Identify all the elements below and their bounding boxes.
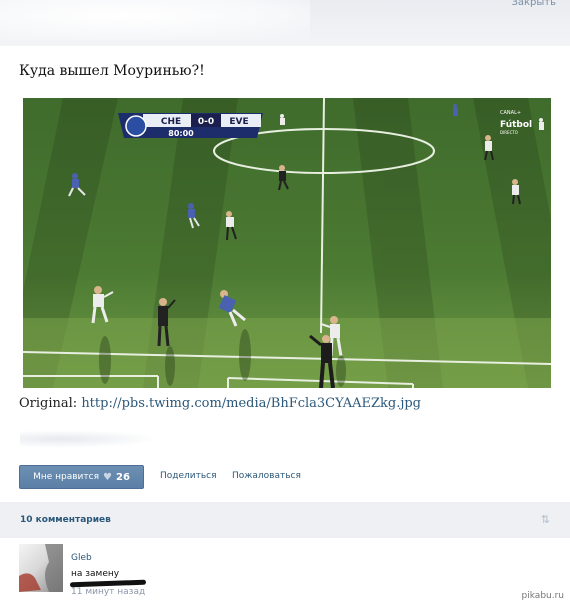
report-link[interactable]: Пожаловаться (232, 471, 301, 481)
heart-icon: ♥ (103, 471, 112, 483)
like-button[interactable]: Мне нравится ♥ 26 (19, 465, 144, 489)
avatar[interactable] (19, 544, 63, 592)
scoreboard: CHE 0-0 EVE 80:00 (118, 113, 263, 138)
sort-icon[interactable]: ⇅ (541, 513, 550, 526)
scoreboard-score: 0-0 (198, 117, 214, 127)
post-title: Куда вышел Моуринью?! (19, 63, 205, 79)
svg-text:Fútbol: Fútbol (500, 120, 532, 130)
blurred-area (20, 430, 160, 448)
comment-item: Gleb на замену 11 минут назад (0, 538, 570, 604)
original-link[interactable]: http://pbs.twimg.com/media/BhFcla3CYAAEZ… (81, 396, 421, 411)
scoreboard-clock: 80:00 (168, 129, 194, 138)
close-link[interactable]: Закрыть (511, 0, 556, 8)
post-photo[interactable]: CHE 0-0 EVE 80:00 CANAL+ Fútbol DIRECTO (23, 98, 551, 388)
svg-text:DIRECTO: DIRECTO (500, 130, 518, 135)
football-pitch-image: CHE 0-0 EVE 80:00 CANAL+ Fútbol DIRECTO (23, 98, 551, 388)
comment-author[interactable]: Gleb (71, 553, 92, 563)
blurred-area (0, 0, 310, 40)
like-label: Мне нравится (33, 472, 100, 482)
previous-post-strip: Закрыть (0, 0, 570, 46)
scoreboard-away: EVE (229, 117, 248, 127)
watermark: pikabu.ru (521, 591, 564, 601)
comments-header: 10 комментариев ⇅ (0, 502, 570, 538)
original-source: Original: http://pbs.twimg.com/media/BhF… (19, 396, 421, 411)
svg-text:CANAL+: CANAL+ (500, 110, 521, 116)
share-link[interactable]: Поделиться (160, 471, 217, 481)
post-card: Закрыть Куда вышел Моуринью?! CHE 0-0 EV… (0, 0, 570, 502)
original-label: Original: (19, 396, 78, 411)
comments-count[interactable]: 10 комментариев (20, 515, 111, 525)
like-count: 26 (115, 471, 130, 483)
scoreboard-home: CHE (161, 117, 181, 127)
comment-time[interactable]: 11 минут назад (71, 587, 145, 597)
comment-text: на замену (71, 569, 120, 579)
